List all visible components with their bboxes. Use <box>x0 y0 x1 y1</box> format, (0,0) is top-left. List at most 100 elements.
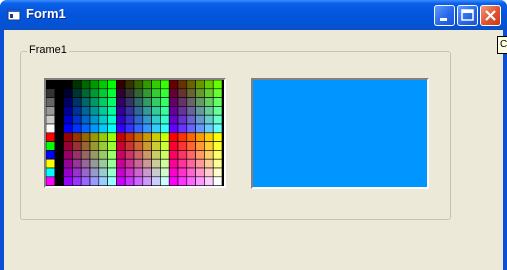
palette-swatch[interactable] <box>168 132 179 142</box>
palette-swatch[interactable] <box>204 158 214 169</box>
palette-swatch[interactable] <box>168 158 179 169</box>
palette-swatch[interactable] <box>204 141 214 151</box>
palette-swatch[interactable] <box>124 141 135 151</box>
palette-swatch[interactable] <box>72 132 82 142</box>
palette-swatch[interactable] <box>160 106 170 116</box>
palette-swatch[interactable] <box>133 167 144 178</box>
palette-swatch[interactable] <box>151 80 161 90</box>
palette-swatch[interactable] <box>80 167 91 178</box>
palette-swatch[interactable] <box>195 80 205 90</box>
palette-swatch[interactable] <box>177 158 188 169</box>
palette-swatch[interactable] <box>177 97 188 107</box>
palette-swatch[interactable] <box>168 97 179 107</box>
palette-swatch[interactable] <box>107 158 117 169</box>
palette-swatch[interactable] <box>133 150 144 160</box>
palette-swatch[interactable] <box>186 114 196 125</box>
color-palette-grid[interactable] <box>46 80 224 186</box>
palette-swatch[interactable] <box>124 114 135 125</box>
palette-swatch[interactable] <box>89 176 100 186</box>
palette-swatch[interactable] <box>177 167 188 178</box>
palette-swatch[interactable] <box>204 167 214 178</box>
palette-swatch[interactable] <box>80 114 91 125</box>
palette-swatch[interactable] <box>142 158 152 169</box>
palette-swatch[interactable] <box>72 97 82 107</box>
palette-swatch[interactable] <box>98 88 108 98</box>
palette-swatch[interactable] <box>151 88 161 98</box>
palette-swatch[interactable] <box>168 150 179 160</box>
palette-swatch[interactable] <box>212 123 223 134</box>
palette-swatch[interactable] <box>195 141 205 151</box>
palette-swatch[interactable] <box>116 114 126 125</box>
palette-swatch[interactable] <box>160 150 170 160</box>
palette-swatch[interactable] <box>142 141 152 151</box>
palette-swatch[interactable] <box>168 176 179 186</box>
palette-swatch[interactable] <box>177 150 188 160</box>
palette-swatch[interactable] <box>116 167 126 178</box>
palette-swatch[interactable] <box>212 132 223 142</box>
palette-swatch[interactable] <box>116 80 126 90</box>
maximize-button[interactable] <box>457 5 478 26</box>
palette-swatch[interactable] <box>46 106 56 116</box>
palette-swatch[interactable] <box>46 123 56 134</box>
palette-swatch[interactable] <box>142 106 152 116</box>
palette-swatch[interactable] <box>160 80 170 90</box>
palette-swatch[interactable] <box>107 176 117 186</box>
palette-swatch[interactable] <box>168 106 179 116</box>
palette-swatch[interactable] <box>72 114 82 125</box>
palette-swatch[interactable] <box>124 123 135 134</box>
palette-swatch[interactable] <box>204 80 214 90</box>
palette-swatch[interactable] <box>195 114 205 125</box>
palette-swatch[interactable] <box>107 97 117 107</box>
palette-swatch[interactable] <box>63 150 73 160</box>
palette-swatch[interactable] <box>186 141 196 151</box>
palette-swatch[interactable] <box>72 88 82 98</box>
palette-swatch[interactable] <box>151 176 161 186</box>
palette-swatch[interactable] <box>186 123 196 134</box>
palette-swatch[interactable] <box>80 158 91 169</box>
palette-swatch[interactable] <box>133 80 144 90</box>
palette-swatch[interactable] <box>80 132 91 142</box>
palette-swatch[interactable] <box>54 132 64 142</box>
palette-swatch[interactable] <box>160 132 170 142</box>
palette-swatch[interactable] <box>195 176 205 186</box>
palette-swatch[interactable] <box>98 158 108 169</box>
palette-swatch[interactable] <box>89 132 100 142</box>
palette-swatch[interactable] <box>212 176 223 186</box>
palette-swatch[interactable] <box>116 158 126 169</box>
palette-swatch[interactable] <box>195 106 205 116</box>
palette-swatch[interactable] <box>177 114 188 125</box>
palette-swatch[interactable] <box>54 167 64 178</box>
palette-swatch[interactable] <box>72 150 82 160</box>
palette-swatch[interactable] <box>89 97 100 107</box>
palette-swatch[interactable] <box>72 176 82 186</box>
palette-swatch[interactable] <box>195 123 205 134</box>
palette-swatch[interactable] <box>133 141 144 151</box>
palette-swatch[interactable] <box>168 88 179 98</box>
palette-swatch[interactable] <box>204 114 214 125</box>
palette-swatch[interactable] <box>72 80 82 90</box>
palette-swatch[interactable] <box>142 176 152 186</box>
palette-swatch[interactable] <box>80 106 91 116</box>
palette-swatch[interactable] <box>54 176 64 186</box>
palette-swatch[interactable] <box>98 167 108 178</box>
palette-swatch[interactable] <box>107 88 117 98</box>
palette-swatch[interactable] <box>72 106 82 116</box>
palette-swatch[interactable] <box>204 88 214 98</box>
palette-swatch[interactable] <box>54 141 64 151</box>
palette-swatch[interactable] <box>212 80 223 90</box>
palette-swatch[interactable] <box>212 150 223 160</box>
palette-swatch[interactable] <box>63 158 73 169</box>
palette-swatch[interactable] <box>195 158 205 169</box>
palette-swatch[interactable] <box>80 150 91 160</box>
palette-swatch[interactable] <box>116 97 126 107</box>
palette-swatch[interactable] <box>46 176 56 186</box>
palette-swatch[interactable] <box>107 141 117 151</box>
palette-swatch[interactable] <box>212 141 223 151</box>
palette-swatch[interactable] <box>186 88 196 98</box>
palette-swatch[interactable] <box>116 132 126 142</box>
palette-swatch[interactable] <box>160 88 170 98</box>
palette-swatch[interactable] <box>63 106 73 116</box>
palette-swatch[interactable] <box>46 97 56 107</box>
palette-swatch[interactable] <box>142 88 152 98</box>
palette-swatch[interactable] <box>80 176 91 186</box>
